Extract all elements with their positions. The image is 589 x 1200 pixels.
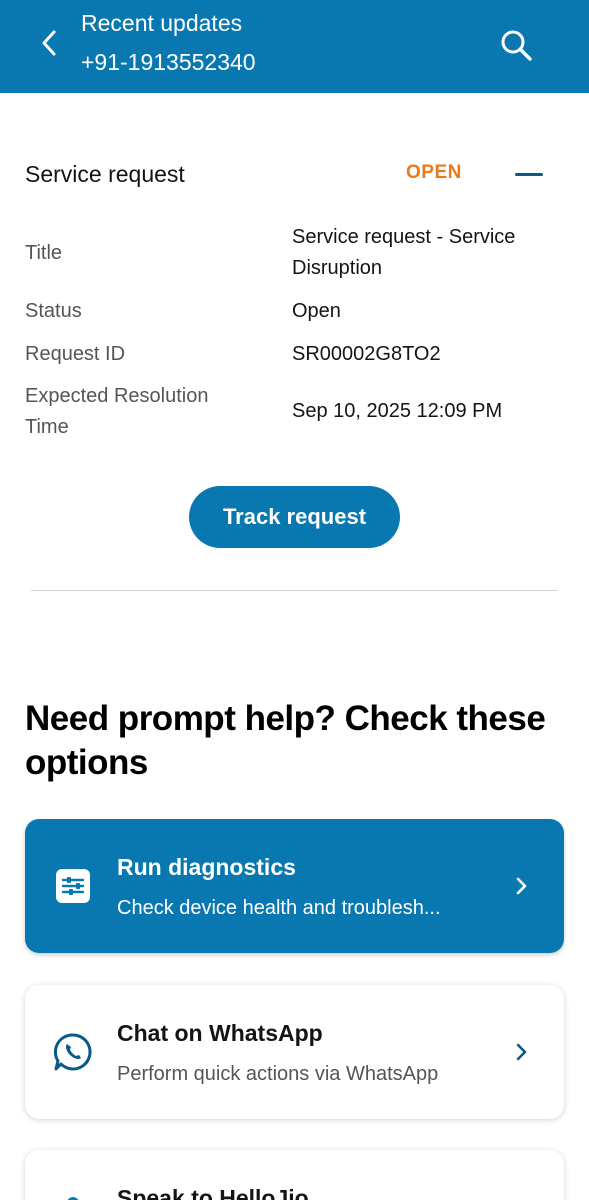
chevron-right-icon [509, 1040, 533, 1064]
search-icon [501, 30, 532, 61]
field-label-expected-resolution: Expected Resolution Time [25, 385, 209, 438]
sliders-icon [53, 866, 93, 906]
field-label-status: Status [25, 300, 82, 322]
help-heading: Need prompt help? Check these options [25, 699, 546, 782]
card-subtitle: Perform quick actions via WhatsApp [117, 1063, 439, 1085]
minus-icon [515, 173, 543, 176]
back-button[interactable] [32, 26, 66, 60]
chevron-left-icon [42, 30, 56, 56]
microphone-icon [53, 1188, 93, 1200]
hellojio-card[interactable]: Speak to HelloJio [25, 1150, 564, 1200]
field-value-title: Service request - Service Disruption [292, 226, 516, 279]
track-request-button[interactable]: Track request [189, 486, 400, 548]
run-diagnostics-card[interactable]: Run diagnostics Check device health and … [25, 819, 564, 953]
field-value-status: Open [292, 300, 341, 322]
section-divider [31, 590, 558, 591]
card-title: Run diagnostics [117, 854, 296, 880]
whatsapp-chat-card[interactable]: Chat on WhatsApp Perform quick actions v… [25, 985, 564, 1119]
header-title: Recent updates [81, 10, 243, 36]
service-request-heading: Service request [25, 161, 185, 187]
field-value-request-id: SR00002G8TO2 [292, 343, 441, 365]
chevron-right-icon [509, 874, 533, 898]
card-title: Speak to HelloJio [117, 1185, 309, 1200]
card-subtitle: Check device health and troublesh... [117, 897, 441, 919]
collapse-button[interactable] [505, 160, 545, 188]
whatsapp-icon [53, 1032, 93, 1072]
app-header: Recent updates +91-1913552340 [0, 0, 589, 93]
field-value-expected-resolution: Sep 10, 2025 12:09 PM [292, 400, 503, 422]
service-request-header: Service request OPEN [25, 160, 545, 190]
field-label-title: Title [25, 242, 63, 264]
header-phone-number: +91-1913552340 [81, 49, 256, 75]
search-button[interactable] [497, 26, 535, 64]
status-badge: OPEN [406, 162, 462, 183]
card-title: Chat on WhatsApp [117, 1020, 323, 1046]
field-label-request-id: Request ID [25, 343, 126, 365]
